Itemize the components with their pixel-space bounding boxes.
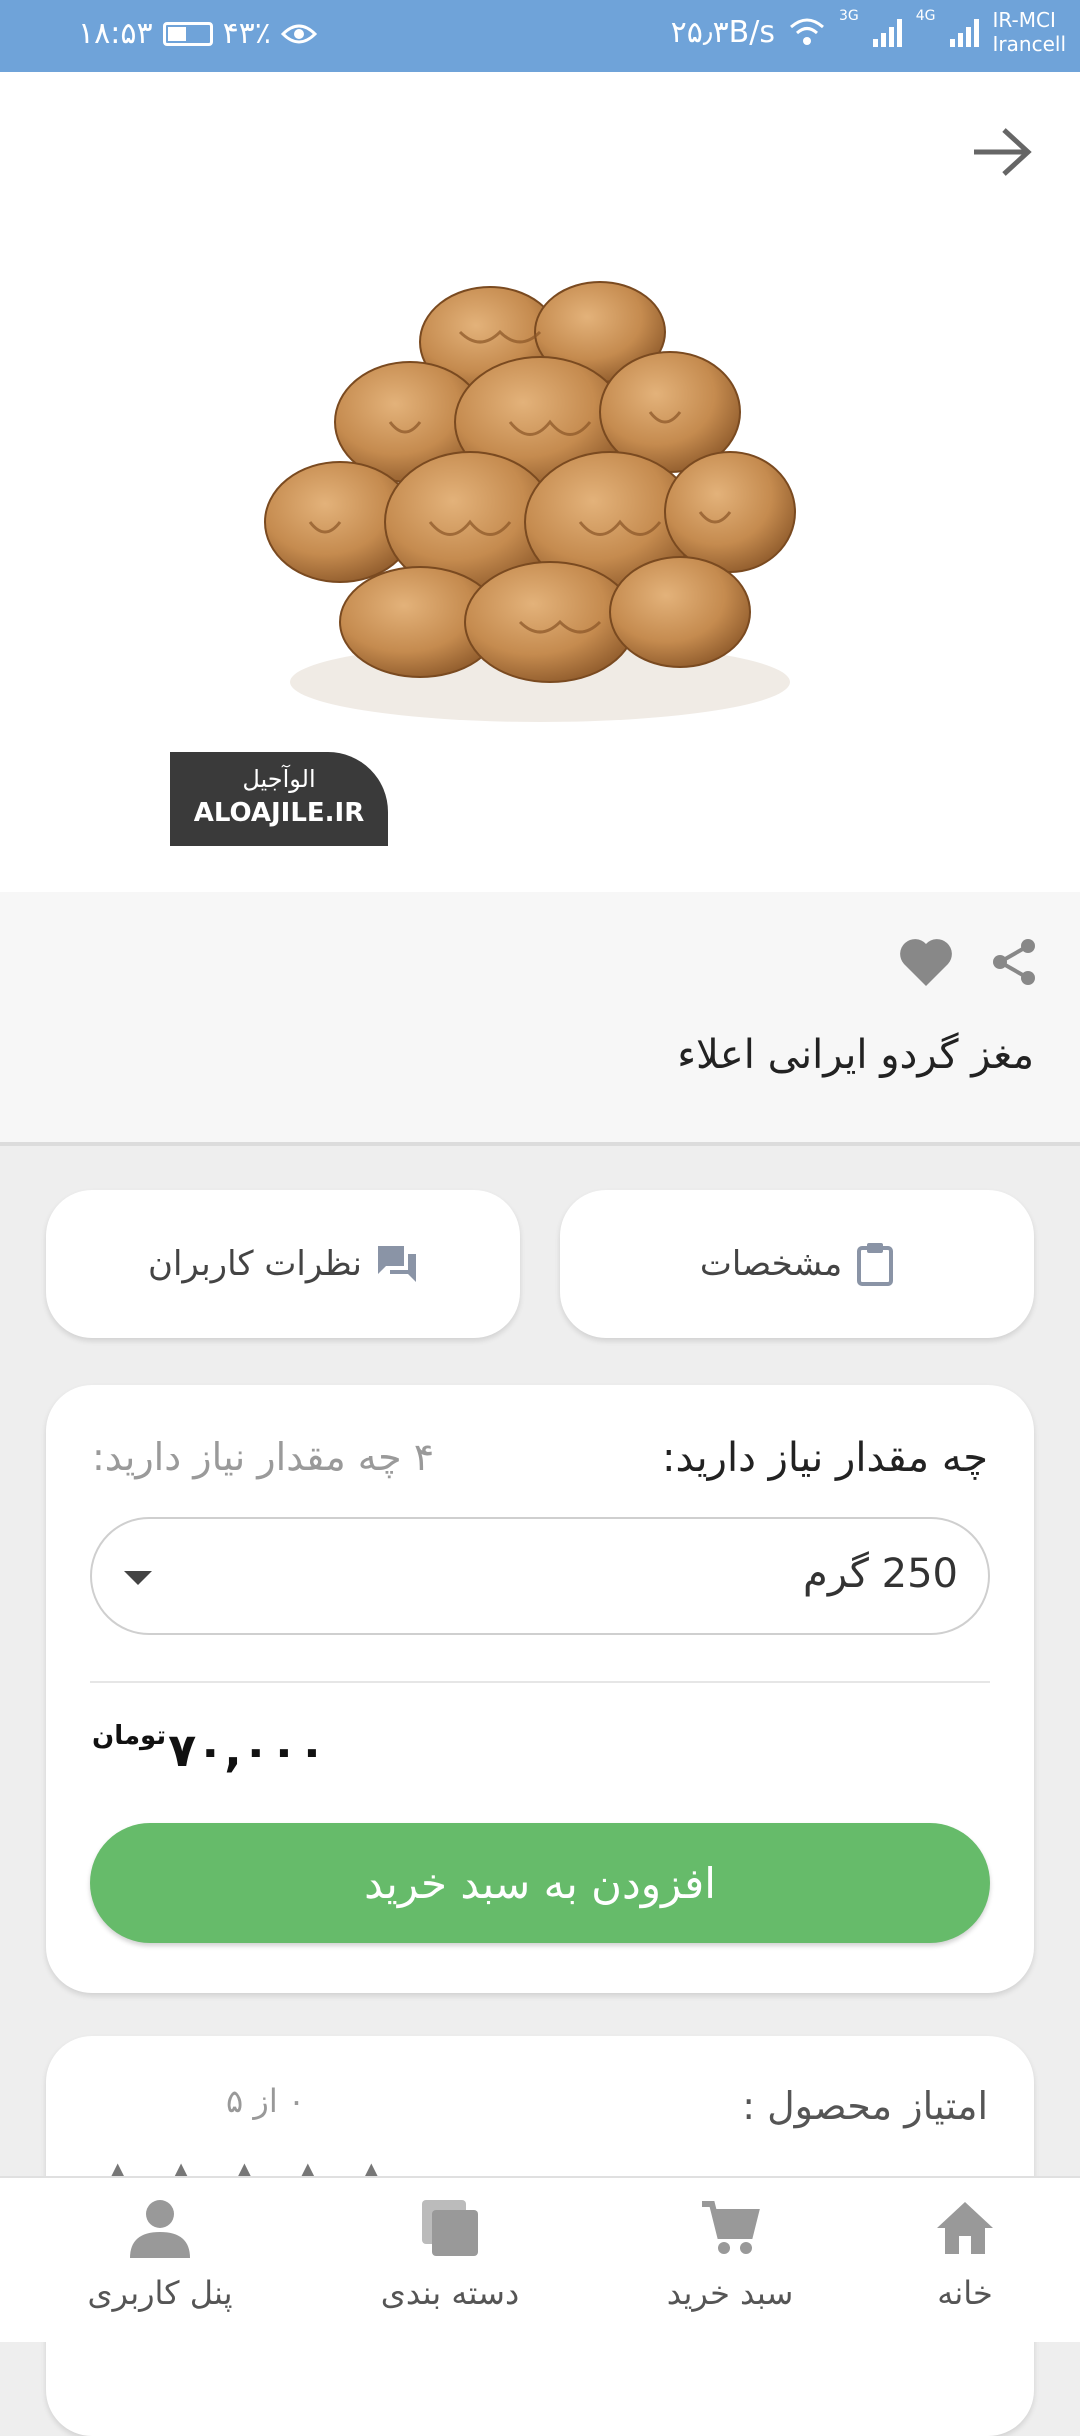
share-icon[interactable] bbox=[988, 936, 1040, 988]
clipboard-icon bbox=[857, 1243, 894, 1286]
status-right: ۲۵٫۳B/s 3G 4G IR-MCI Irancell bbox=[671, 8, 1066, 56]
categories-icon bbox=[422, 2200, 478, 2256]
nav-user-panel-label: پنل کاربری bbox=[87, 2274, 233, 2312]
cart-icon bbox=[702, 2201, 760, 2254]
network-speed: ۲۵٫۳B/s bbox=[670, 14, 775, 50]
nav-categories[interactable]: دسته بندی bbox=[320, 2196, 580, 2336]
nav-cart[interactable]: سبد خرید bbox=[600, 2196, 860, 2336]
heart-icon[interactable] bbox=[898, 936, 954, 988]
nav-home-label: خانه bbox=[937, 2274, 993, 2312]
bottom-navigation: خانه سبد خرید دسته بندی پنل کاربری bbox=[0, 2176, 1080, 2342]
product-title-bar: مغز گردو ایرانی اعلاء bbox=[0, 892, 1080, 1146]
network-4g-label: 4G bbox=[915, 8, 936, 24]
rating-label: امتیاز محصول : bbox=[742, 2084, 988, 2128]
watermark-fa: الوآجیل bbox=[242, 765, 316, 793]
price: تومان ۷۰,۰۰۰ bbox=[92, 1721, 326, 1777]
reviews-label: نظرات کاربران bbox=[148, 1244, 362, 1284]
product-image bbox=[264, 281, 796, 722]
specs-label: مشخصات bbox=[699, 1244, 843, 1284]
divider bbox=[90, 1681, 990, 1683]
nav-user-panel[interactable]: پنل کاربری bbox=[30, 2196, 290, 2336]
reviews-button[interactable]: نظرات کاربران bbox=[46, 1190, 520, 1338]
battery-icon bbox=[162, 21, 213, 46]
status-bar: ۱۸:۵۳ ۴۳٪ ۲۵٫۳B/s 3G 4G IR-MCI Irancell bbox=[0, 0, 1080, 72]
back-arrow-icon[interactable] bbox=[966, 122, 1036, 182]
status-time: ۱۸:۵۳ bbox=[78, 16, 153, 51]
wifi-icon bbox=[790, 18, 824, 45]
watermark-en: ALOAJILE.IR bbox=[193, 798, 365, 828]
quantity-hint: ۴ چه مقدار نیاز دارید: bbox=[92, 1435, 435, 1479]
status-left: ۱۸:۵۳ ۴۳٪ bbox=[78, 16, 317, 51]
dropdown-caret-icon bbox=[124, 1571, 152, 1585]
add-to-cart-button[interactable]: افزودن به سبد خرید bbox=[90, 1823, 990, 1943]
battery-percent: ۴۳٪ bbox=[222, 16, 271, 51]
watermark-logo: الوآجیل ALOAJILE.IR bbox=[170, 752, 388, 846]
quantity-select[interactable]: 250 گرم bbox=[90, 1517, 990, 1635]
signal-3g-icon bbox=[872, 17, 902, 47]
user-icon bbox=[130, 2200, 190, 2258]
signal-4g-icon bbox=[949, 17, 979, 47]
purchase-card: چه مقدار نیاز دارید: ۴ چه مقدار نیاز دار… bbox=[46, 1385, 1034, 1993]
nav-cart-label: سبد خرید bbox=[666, 2274, 794, 2312]
rating-score: ۰ از ۵ bbox=[226, 2082, 306, 2120]
product-title: مغز گردو ایرانی اعلاء bbox=[677, 1032, 1034, 1078]
chat-icon bbox=[378, 1246, 416, 1282]
home-icon bbox=[937, 2202, 993, 2254]
carrier-2: Irancell bbox=[992, 32, 1066, 56]
product-image-area: الوآجیل ALOAJILE.IR bbox=[0, 72, 1080, 892]
network-3g-label: 3G bbox=[839, 8, 859, 24]
carrier-names: IR-MCI Irancell bbox=[993, 8, 1066, 56]
price-value: ۷۰,۰۰۰ bbox=[168, 1723, 326, 1777]
specs-button[interactable]: مشخصات bbox=[560, 1190, 1034, 1338]
quantity-selected-value: 250 گرم bbox=[803, 1551, 958, 1597]
price-currency: تومان bbox=[92, 1721, 167, 1751]
eye-icon bbox=[280, 24, 317, 43]
nav-home[interactable]: خانه bbox=[835, 2196, 1080, 2336]
carrier-1: IR-MCI bbox=[992, 8, 1056, 32]
quantity-label: چه مقدار نیاز دارید: bbox=[662, 1435, 988, 1481]
nav-categories-label: دسته بندی bbox=[380, 2274, 520, 2312]
